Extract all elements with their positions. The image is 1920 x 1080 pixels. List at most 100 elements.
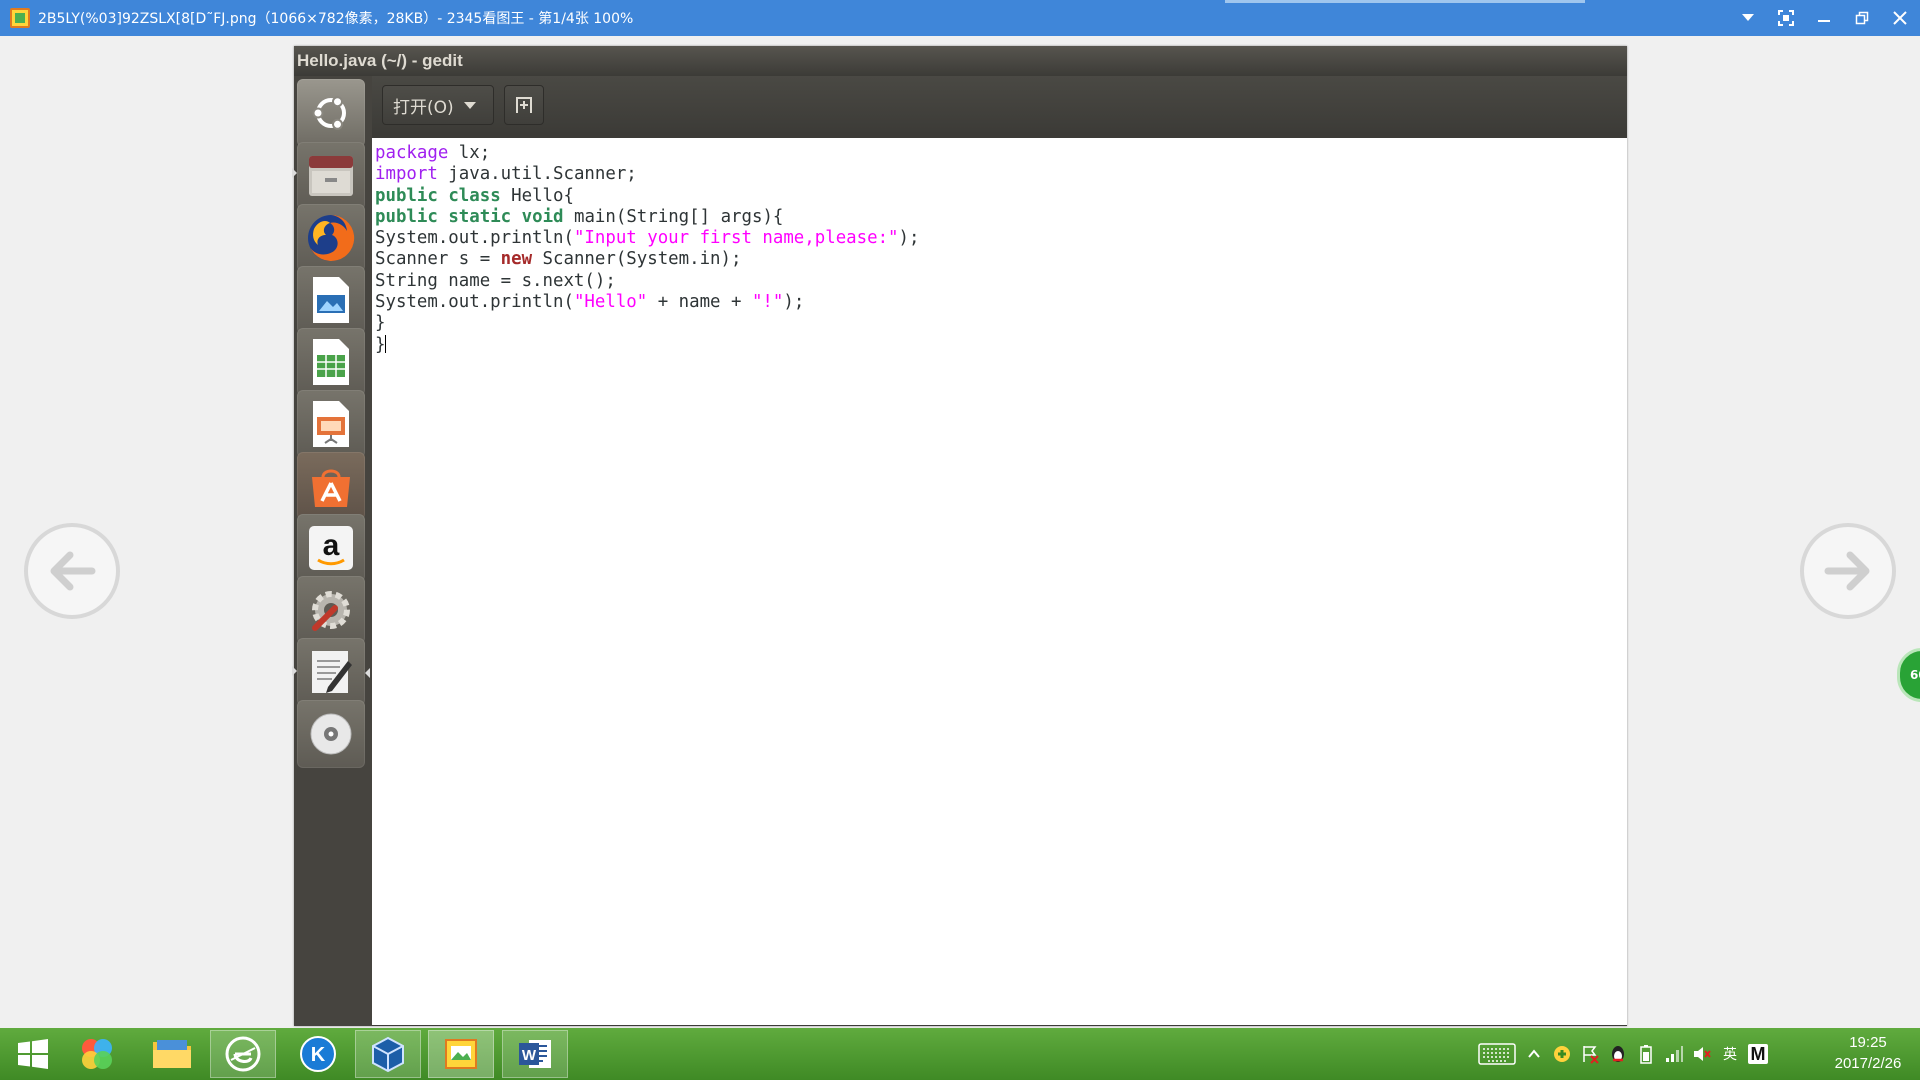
launcher-dvd[interactable] (297, 700, 365, 768)
taskbar-image-viewer[interactable] (428, 1030, 494, 1078)
launcher-firefox[interactable] (297, 204, 365, 272)
signal-icon[interactable] (1664, 1044, 1684, 1064)
open-button-label: 打开(O) (393, 97, 454, 118)
launcher-ubuntu-dash[interactable] (297, 79, 365, 147)
clock-time: 19:25 (1849, 1034, 1887, 1051)
window-controls (1738, 0, 1910, 36)
launcher-text-editor[interactable] (297, 638, 365, 706)
code-editor[interactable]: package lx; import java.util.Scanner; pu… (372, 138, 1627, 1025)
close-icon[interactable] (1890, 8, 1910, 28)
running-app-indicator (292, 168, 297, 178)
speed-badge-value: 60 (1910, 668, 1920, 682)
fullscreen-icon[interactable] (1776, 8, 1796, 28)
launcher-files[interactable] (297, 142, 365, 210)
launcher-software-center[interactable] (297, 452, 365, 520)
code-text: Scanner(System.in); (532, 249, 742, 270)
speed-badge[interactable]: 60 (1897, 648, 1920, 702)
volume-muted-icon[interactable] (1692, 1044, 1712, 1064)
gedit-toolbar: 打开(O) (372, 76, 1627, 134)
code-text: + name + (647, 292, 752, 313)
next-image-button[interactable] (1800, 523, 1896, 619)
ime-mode-indicator[interactable]: M (1748, 1044, 1768, 1064)
taskbar-app-colorful[interactable] (64, 1030, 130, 1078)
chevron-down-icon (463, 101, 476, 109)
keyword: import (375, 164, 438, 185)
ubuntu-logo-icon (312, 96, 346, 130)
code-text: Scanner s = (375, 249, 501, 270)
keyboard-icon[interactable] (1478, 1043, 1516, 1065)
firefox-icon (308, 214, 355, 261)
folder-icon (153, 1040, 191, 1068)
text-cursor (385, 334, 387, 353)
document-writer-icon (313, 277, 349, 323)
code-line: package lx; (375, 143, 1627, 164)
keyword: public (375, 185, 438, 206)
launcher-libreoffice-writer[interactable] (297, 266, 365, 334)
code-text: } (375, 334, 386, 355)
arrow-right-icon (1824, 551, 1870, 591)
code-line: System.out.println("Input your first nam… (375, 228, 1627, 249)
system-tray: 英 M (1478, 1028, 1768, 1080)
code-text: ); (783, 292, 805, 313)
string-literal: "Hello" (573, 292, 648, 313)
launcher-amazon[interactable]: a (297, 514, 365, 582)
code-text: System.out.println( (375, 228, 574, 249)
code-text: Hello{ (500, 185, 574, 206)
taskbar-clock[interactable]: 19:25 2017/2/26 (1820, 1032, 1916, 1076)
viewer-titlebar: 2B5LY(%03]92ZSLX[8[D˜FJ.png（1066×782像素，2… (0, 0, 1920, 36)
qq-penguin-icon[interactable] (1608, 1044, 1628, 1064)
taskbar-browser[interactable] (210, 1030, 276, 1078)
svg-text:W: W (522, 1047, 537, 1064)
keyword: static (448, 206, 512, 227)
code-text: java.util.Scanner; (437, 164, 637, 185)
cube-icon (372, 1036, 404, 1073)
new-tab-icon (516, 97, 532, 113)
titlebar-highlight (1225, 0, 1585, 3)
code-line: } (375, 313, 1627, 334)
windows-taskbar: K W 英 M 19:25 2017/2/26 (0, 1028, 1920, 1080)
browser-e-icon (225, 1036, 261, 1072)
keyword: class (448, 185, 501, 206)
settings-gear-icon (312, 591, 350, 631)
start-button[interactable] (0, 1030, 66, 1078)
keyword: public (375, 206, 438, 227)
file-cabinet-icon (309, 156, 353, 196)
code-line: Scanner s = new Scanner(System.in); (375, 249, 1627, 270)
open-button[interactable]: 打开(O) (382, 85, 494, 125)
running-app-indicator (292, 666, 297, 676)
word-icon: W (519, 1040, 551, 1068)
launcher-libreoffice-calc[interactable] (297, 328, 365, 396)
code-text: String name = s.next(); (375, 270, 616, 291)
ime-language-indicator[interactable]: 英 (1720, 1044, 1740, 1064)
viewer-app-icon (10, 8, 30, 28)
string-literal: "Input your first name,please:" (573, 228, 899, 249)
launcher-libreoffice-impress[interactable] (297, 390, 365, 458)
code-line: String name = s.next(); (375, 271, 1627, 292)
taskbar-word[interactable]: W (502, 1030, 568, 1078)
code-line: System.out.println("Hello" + name + "!")… (375, 292, 1627, 313)
unity-launcher: a (292, 76, 372, 1026)
flag-icon[interactable] (1580, 1044, 1600, 1064)
previous-image-button[interactable] (24, 523, 120, 619)
taskbar-k-app[interactable]: K (285, 1030, 351, 1078)
tray-expand-icon[interactable] (1524, 1044, 1544, 1064)
k-circle-icon: K (300, 1036, 336, 1072)
taskbar-virtualbox[interactable] (355, 1030, 421, 1078)
arrow-left-icon (50, 551, 96, 591)
launcher-system-settings[interactable] (297, 576, 365, 644)
taskbar-file-explorer[interactable] (139, 1030, 205, 1078)
restore-icon[interactable] (1852, 8, 1872, 28)
shopping-bag-icon (312, 469, 350, 507)
svg-text:a: a (323, 529, 340, 562)
keyword: new (500, 249, 533, 270)
spreadsheet-icon (313, 339, 349, 385)
code-text: lx; (448, 143, 491, 163)
minimize-icon[interactable] (1814, 8, 1834, 28)
code-line: public static void main(String[] args){ (375, 207, 1627, 228)
disc-icon (310, 713, 352, 755)
battery-icon[interactable] (1636, 1044, 1656, 1064)
security-shield-icon[interactable] (1552, 1044, 1572, 1064)
dropdown-icon[interactable] (1738, 8, 1758, 28)
new-document-button[interactable] (504, 85, 544, 125)
code-line: import java.util.Scanner; (375, 164, 1627, 185)
